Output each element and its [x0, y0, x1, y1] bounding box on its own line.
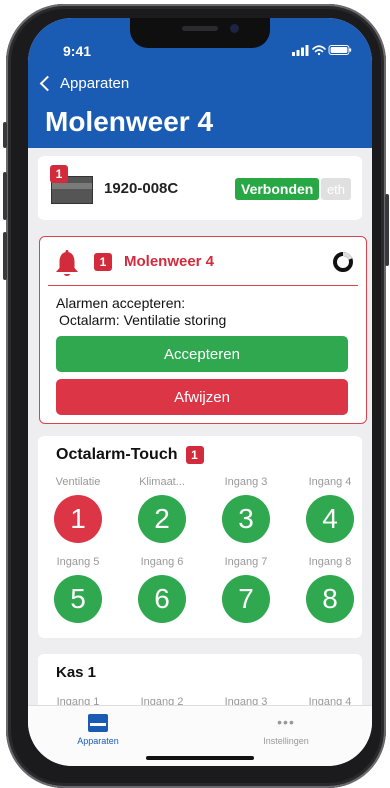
tab-instellingen-label: Instellingen — [263, 736, 309, 746]
alarm-title: Molenweer 4 — [124, 253, 215, 270]
input-status-circle: 8 — [306, 575, 354, 623]
input-label: Ingang 4 — [308, 476, 352, 488]
octalarm-title: Octalarm-Touch 1 — [56, 446, 204, 464]
input-cell[interactable]: Ingang 4 4 — [288, 476, 372, 543]
kas-title: Kas 1 — [56, 664, 97, 681]
phone-power-button — [385, 194, 389, 266]
nav-header: 9:41 Apparaten Molenweer 4 — [28, 18, 372, 148]
alarm-message: Alarmen accepteren: Octalarm: Ventilatie… — [56, 295, 226, 329]
input-cell[interactable]: Ingang 6 6 — [120, 556, 204, 623]
alarm-divider — [48, 285, 358, 286]
input-label: Ingang 5 — [56, 556, 100, 568]
tab-apparaten[interactable]: Apparaten — [43, 714, 153, 746]
reject-button[interactable]: Afwijzen — [56, 379, 348, 415]
phone-volume-down — [3, 232, 7, 280]
octalarm-title-label: Octalarm-Touch — [56, 446, 178, 463]
tab-bar: Apparaten ••• Instellingen — [28, 705, 372, 766]
device-alarm-badge: 1 — [50, 165, 68, 183]
signal-icon — [292, 45, 309, 56]
input-status-circle: 2 — [138, 495, 186, 543]
octalarm-card: Octalarm-Touch 1 Ventilatie 1 Klimaat... 2 I… — [38, 436, 362, 638]
input-status-circle: 4 — [306, 495, 354, 543]
bell-icon — [56, 250, 78, 276]
input-cell[interactable]: Ingang 3 3 — [204, 476, 288, 543]
home-indicator — [146, 756, 254, 760]
chevron-left-icon — [39, 75, 56, 92]
loading-spinner-icon — [333, 252, 353, 272]
input-label: Ingang 7 — [224, 556, 268, 568]
input-status-circle: 7 — [222, 575, 270, 623]
notch — [130, 18, 270, 48]
status-icons — [292, 45, 352, 56]
input-label: Ingang 6 — [140, 556, 184, 568]
input-cell[interactable]: Klimaat... 2 — [120, 476, 204, 543]
phone-volume-up — [3, 172, 7, 220]
input-label: Ingang 8 — [308, 556, 352, 568]
input-label: Ingang 3 — [224, 476, 268, 488]
input-label: Ventilatie — [55, 476, 101, 488]
app-screen: 9:41 Apparaten Molenweer 4 1 1920-008C V… — [28, 18, 372, 766]
status-time: 9:41 — [63, 43, 92, 59]
device-tab-icon — [88, 714, 108, 732]
device-card[interactable]: 1 1920-008C Verbonden eth — [38, 156, 362, 220]
input-status-circle: 1 — [54, 495, 102, 543]
page-title: Molenweer 4 — [45, 106, 214, 137]
input-status-circle: 6 — [138, 575, 186, 623]
connection-type-badge: eth — [321, 178, 351, 200]
camera — [230, 24, 239, 33]
alarm-panel: 1 Molenweer 4 Alarmen accepteren: Octala… — [39, 236, 367, 424]
connection-status-badge: Verbonden — [235, 178, 320, 200]
back-button[interactable]: Apparaten — [38, 75, 129, 92]
accept-button[interactable]: Accepteren — [56, 336, 348, 372]
input-cell[interactable]: Ingang 7 7 — [204, 556, 288, 623]
input-cell[interactable]: Ingang 8 8 — [288, 556, 372, 623]
tab-instellingen[interactable]: ••• Instellingen — [231, 714, 341, 746]
more-dots-icon: ••• — [277, 714, 295, 730]
speaker — [182, 26, 218, 31]
octalarm-alarm-badge: 1 — [185, 446, 204, 464]
phone-side-button — [3, 122, 7, 148]
battery-icon — [328, 45, 352, 55]
input-cell[interactable]: Ingang 5 5 — [36, 556, 120, 623]
alarm-message-line2: Octalarm: Ventilatie storing — [59, 312, 227, 328]
wifi-icon — [312, 45, 326, 56]
tab-apparaten-label: Apparaten — [77, 736, 119, 746]
alarm-count-badge: 1 — [94, 253, 112, 271]
alarm-message-line1: Alarmen accepteren: — [56, 295, 186, 311]
device-name: 1920-008C — [104, 180, 179, 197]
input-cell[interactable]: Ventilatie 1 — [36, 476, 120, 543]
back-label: Apparaten — [60, 75, 130, 92]
input-status-circle: 3 — [222, 495, 270, 543]
input-label: Klimaat... — [139, 476, 185, 488]
input-status-circle: 5 — [54, 575, 102, 623]
